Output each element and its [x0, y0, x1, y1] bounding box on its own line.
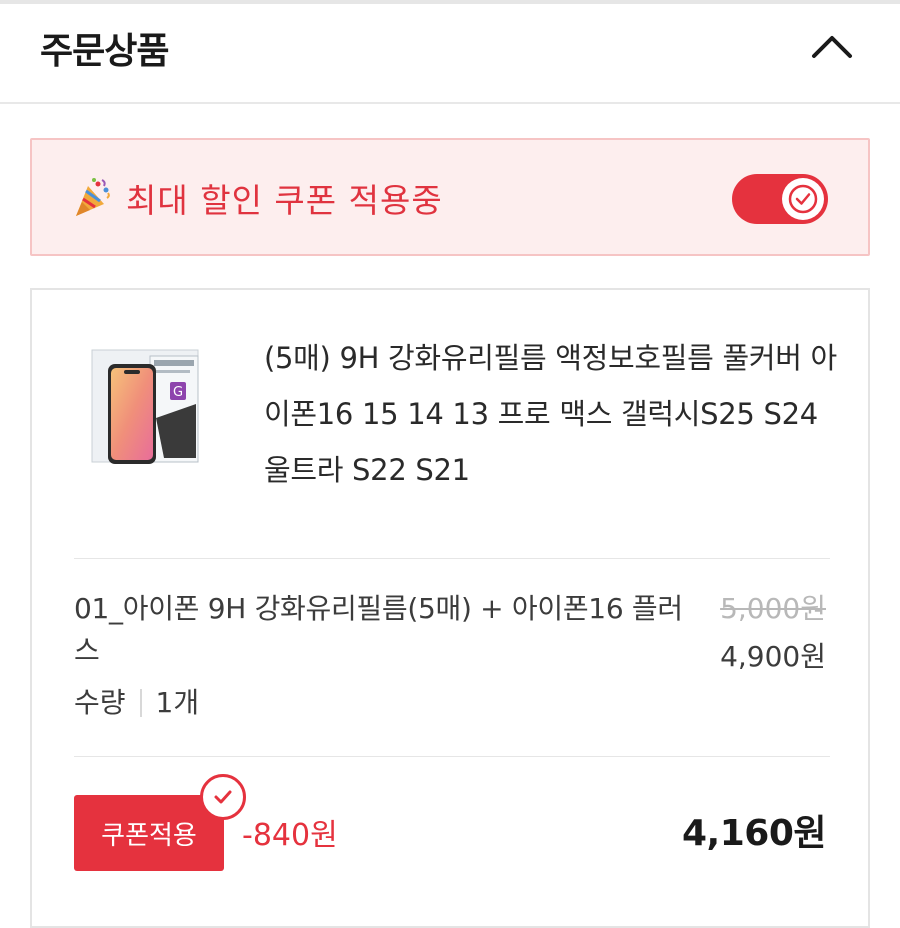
check-icon: [788, 184, 818, 214]
product-option: 01_아이폰 9H 강화유리필름(5매) + 아이폰16 플러스: [74, 592, 683, 667]
product-name[interactable]: (5매) 9H 강화유리필름 액정보호필름 풀커버 아이폰16 15 14 13…: [264, 330, 844, 498]
sale-price: 4,900원: [720, 640, 826, 673]
divider: [74, 756, 830, 757]
quantity-label: 수량: [74, 686, 126, 719]
quantity-separator: [139, 689, 142, 717]
order-item-card: G (5매) 9H 강화유리필름 액정보호필름 풀커버 아이폰16 15 14 …: [30, 288, 870, 928]
divider: [74, 558, 830, 559]
coupon-banner-text: 최대 할인 쿠폰 적용중: [126, 181, 443, 220]
max-coupon-toggle[interactable]: [732, 174, 828, 224]
total-price: 4,160원: [682, 813, 827, 854]
original-price: 5,000원: [720, 592, 826, 625]
section-title: 주문상품: [40, 31, 169, 72]
party-popper-icon: [76, 178, 110, 216]
quantity-value: 1개: [155, 686, 200, 719]
coupon-banner: 최대 할인 쿠폰 적용중: [30, 138, 870, 256]
order-items-header: 주문상품: [0, 4, 900, 104]
collapse-button[interactable]: [800, 14, 864, 78]
toggle-knob: [782, 178, 824, 220]
check-icon: [214, 790, 232, 804]
quantity-row: 수량 1개: [74, 682, 199, 724]
chevron-up-icon: [812, 36, 852, 58]
coupon-discount: -840원: [242, 818, 338, 853]
svg-text:G: G: [173, 385, 183, 400]
coupon-applied-check-icon: [200, 774, 246, 820]
product-thumbnail[interactable]: G: [90, 348, 202, 468]
